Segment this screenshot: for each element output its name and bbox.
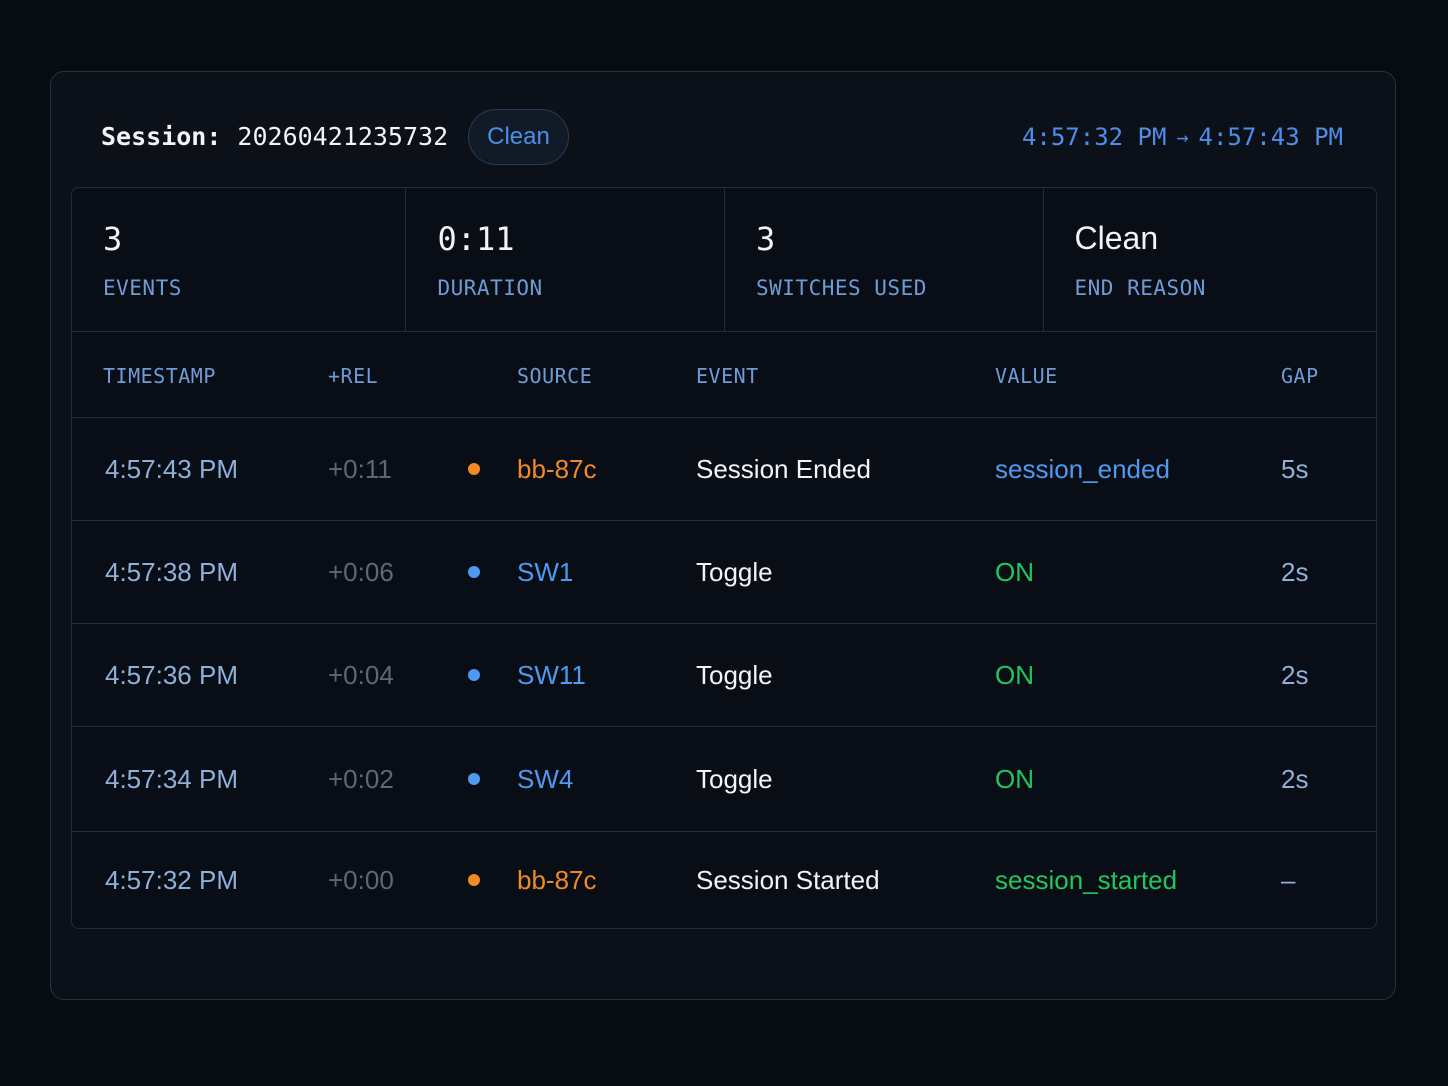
cell-rel: +0:06 bbox=[328, 556, 394, 587]
cell-source: SW1 bbox=[517, 556, 574, 587]
column-header-gap[interactable]: GAP bbox=[1281, 332, 1319, 417]
cell-event: Toggle bbox=[696, 763, 773, 794]
cell-gap: 2s bbox=[1281, 763, 1309, 794]
cell-value: session_started bbox=[995, 864, 1178, 895]
table-row[interactable]: 4:57:34 PM +0:02 SW4 Toggle ON 2s bbox=[72, 727, 1376, 832]
cell-gap: – bbox=[1281, 864, 1296, 895]
session-panel: Session: 20260421235732 Clean 4:57:32 PM… bbox=[50, 71, 1396, 1000]
cell-timestamp: 4:57:34 PM bbox=[105, 763, 238, 794]
session-label: Session: bbox=[101, 121, 222, 151]
cell-timestamp: 4:57:36 PM bbox=[105, 659, 238, 690]
cell-rel: +0:04 bbox=[328, 659, 394, 690]
stat-events: 3 EVENTS bbox=[72, 188, 407, 331]
cell-timestamp: 4:57:38 PM bbox=[105, 556, 238, 587]
status-badge: Clean bbox=[468, 109, 569, 165]
table-row[interactable]: 4:57:38 PM +0:06 SW1 Toggle ON 2s bbox=[72, 521, 1376, 624]
cell-gap: 2s bbox=[1281, 659, 1309, 690]
cell-event: Session Ended bbox=[696, 453, 871, 484]
source-dot-icon bbox=[468, 832, 480, 928]
cell-timestamp: 4:57:43 PM bbox=[105, 453, 238, 484]
column-header-value[interactable]: VALUE bbox=[995, 332, 1058, 417]
source-dot-icon bbox=[468, 624, 480, 726]
stat-switches-used: 3 SWITCHES USED bbox=[725, 188, 1044, 331]
stat-value: 3 bbox=[756, 220, 776, 258]
cell-gap: 2s bbox=[1281, 556, 1309, 587]
column-header-rel[interactable]: +REL bbox=[328, 332, 378, 417]
stat-value: Clean bbox=[1074, 220, 1159, 256]
cell-value: session_ended bbox=[995, 453, 1170, 484]
stat-duration: 0:11 DURATION bbox=[406, 188, 725, 331]
stats-bar: 3 EVENTS 0:11 DURATION 3 SWITCHES USED C… bbox=[72, 188, 1376, 332]
stat-label: EVENTS bbox=[103, 276, 182, 300]
table-row[interactable]: 4:57:36 PM +0:04 SW11 Toggle ON 2s bbox=[72, 624, 1376, 727]
cell-gap: 5s bbox=[1281, 453, 1309, 484]
cell-source: bb-87c bbox=[517, 453, 597, 484]
cell-rel: +0:00 bbox=[328, 864, 394, 895]
stat-label: SWITCHES USED bbox=[756, 276, 927, 300]
session-header: Session: 20260421235732 Clean 4:57:32 PM… bbox=[101, 108, 1343, 166]
cell-event: Session Started bbox=[696, 864, 880, 895]
column-header-timestamp[interactable]: TIMESTAMP bbox=[103, 332, 216, 417]
time-start: 4:57:32 PM bbox=[1021, 123, 1167, 151]
cell-source: SW11 bbox=[517, 659, 586, 690]
column-header-source[interactable]: SOURCE bbox=[517, 332, 592, 417]
stat-label: DURATION bbox=[437, 276, 543, 300]
session-id: 20260421235732 bbox=[237, 121, 449, 151]
stat-value: 3 bbox=[103, 220, 123, 258]
session-grid: 3 EVENTS 0:11 DURATION 3 SWITCHES USED C… bbox=[71, 187, 1377, 929]
stat-end-reason: Clean END REASON bbox=[1044, 188, 1376, 331]
stat-value: 0:11 bbox=[437, 220, 515, 258]
cell-event: Toggle bbox=[696, 556, 773, 587]
session-time-range: 4:57:32 PM → 4:57:43 PM bbox=[1022, 123, 1343, 151]
table-row[interactable]: 4:57:32 PM +0:00 bb-87c Session Started … bbox=[72, 832, 1376, 928]
table-row[interactable]: 4:57:43 PM +0:11 bb-87c Session Ended se… bbox=[72, 418, 1376, 521]
cell-source: bb-87c bbox=[517, 864, 597, 895]
time-end: 4:57:43 PM bbox=[1198, 123, 1344, 151]
cell-rel: +0:11 bbox=[328, 453, 392, 484]
column-header-event[interactable]: EVENT bbox=[696, 332, 759, 417]
source-dot-icon bbox=[468, 727, 480, 831]
source-dot-icon bbox=[468, 521, 480, 623]
table-header: TIMESTAMP +REL SOURCE EVENT VALUE GAP bbox=[72, 332, 1376, 418]
cell-source: SW4 bbox=[517, 763, 574, 794]
cell-timestamp: 4:57:32 PM bbox=[105, 864, 238, 895]
cell-value: ON bbox=[995, 763, 1034, 794]
arrow-right-icon: → bbox=[1176, 125, 1189, 149]
cell-event: Toggle bbox=[696, 659, 773, 690]
stat-label: END REASON bbox=[1074, 276, 1206, 300]
cell-value: ON bbox=[995, 556, 1034, 587]
cell-rel: +0:02 bbox=[328, 763, 394, 794]
source-dot-icon bbox=[468, 418, 480, 520]
cell-value: ON bbox=[995, 659, 1034, 690]
